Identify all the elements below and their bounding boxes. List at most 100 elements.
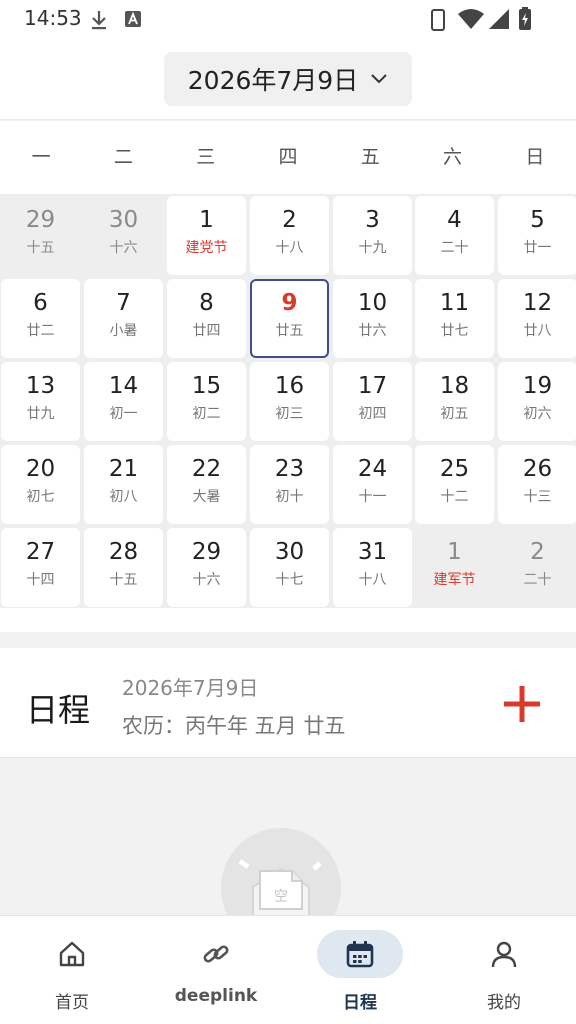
day-number: 14 [108, 373, 139, 399]
add-schedule-button[interactable] [500, 682, 544, 726]
calendar-day[interactable]: 13 廿九 [1, 362, 80, 441]
lunar-day-label: 初六 [523, 406, 552, 422]
day-number: 1 [199, 207, 214, 233]
lunar-day-label: 十五 [26, 240, 55, 256]
home-icon [59, 941, 85, 967]
chevron-down-icon [371, 74, 387, 84]
nav-item-schedule[interactable]: 日程 [288, 916, 432, 1024]
calendar-grid: 29 十五 30 十六 1 建党节 2 十八 3 十九 4 二十 5 廿一 6 廿二 7 小暑 8 廿四 9 廿五 10 廿六… [0, 194, 576, 608]
calendar-day[interactable]: 27 十四 [1, 528, 80, 607]
calendar-day[interactable]: 16 初三 [250, 362, 329, 441]
weekday-label: 六 [443, 146, 463, 168]
day-number: 8 [199, 290, 214, 316]
calendar-day[interactable]: 2 十八 [250, 196, 329, 275]
calendar-day[interactable]: 1 建军节 [415, 528, 494, 607]
weekday-label: 日 [525, 146, 545, 168]
calendar-day[interactable]: 2 二十 [498, 528, 576, 607]
day-number: 31 [357, 539, 388, 565]
battery-icon [519, 7, 531, 30]
calendar-day[interactable]: 5 廿一 [498, 196, 576, 275]
calendar-day[interactable]: 6 廿二 [1, 279, 80, 358]
calendar-day[interactable]: 29 十六 [167, 528, 246, 607]
day-number: 30 [274, 539, 305, 565]
calendar-day[interactable]: 26 十三 [498, 445, 576, 524]
bottom-nav: 首页 deeplink 日程 我的 [0, 915, 576, 1024]
day-number: 23 [274, 456, 305, 482]
day-number: 19 [522, 373, 553, 399]
day-number: 1 [447, 539, 462, 565]
calendar-day[interactable]: 18 初五 [415, 362, 494, 441]
lunar-day-label: 廿九 [26, 406, 55, 422]
lunar-day-label: 十八 [275, 240, 304, 256]
lunar-day-label: 二十 [523, 572, 552, 588]
lunar-day-label: 十五 [109, 572, 138, 588]
day-number: 27 [25, 539, 56, 565]
lunar-day-label: 小暑 [109, 323, 138, 339]
lunar-day-label: 初七 [26, 489, 55, 505]
lunar-day-label: 十九 [358, 240, 387, 256]
nav-item-me[interactable]: 我的 [432, 916, 576, 1024]
link-icon [203, 945, 229, 963]
weekday-label: 四 [278, 146, 298, 168]
lunar-day-label: 初八 [109, 489, 138, 505]
calendar-day[interactable]: 20 初七 [1, 445, 80, 524]
calendar-day[interactable]: 23 初十 [250, 445, 329, 524]
lunar-day-label: 廿八 [523, 323, 552, 339]
date-picker-button[interactable]: 2026年7月9日 [164, 52, 412, 106]
lunar-day-label: 初一 [109, 406, 138, 422]
day-number: 3 [365, 207, 380, 233]
calendar-day[interactable]: 29 十五 [1, 196, 80, 275]
nav-item-home[interactable]: 首页 [0, 916, 144, 1024]
calendar-day[interactable]: 22 大暑 [167, 445, 246, 524]
day-number: 7 [116, 290, 131, 316]
calendar-day[interactable]: 14 初一 [84, 362, 163, 441]
nav-label-schedule: 日程 [343, 993, 377, 1013]
calendar-day[interactable]: 7 小暑 [84, 279, 163, 358]
calendar-day[interactable]: 10 廿六 [333, 279, 412, 358]
download-icon [92, 11, 106, 30]
lunar-day-label: 廿二 [26, 323, 55, 339]
day-number: 4 [447, 207, 462, 233]
nav-label-home: 首页 [55, 993, 89, 1013]
lunar-day-label: 初四 [358, 406, 387, 422]
lunar-day-label: 十四 [26, 572, 55, 588]
lunar-day-label: 廿四 [192, 323, 221, 339]
calendar-day[interactable]: 11 廿七 [415, 279, 494, 358]
calendar-day[interactable]: 1 建党节 [167, 196, 246, 275]
schedule-title: 日程 [26, 691, 91, 729]
day-number: 16 [274, 373, 305, 399]
day-number: 24 [357, 456, 388, 482]
calendar-day[interactable]: 21 初八 [84, 445, 163, 524]
lunar-day-label: 十八 [358, 572, 387, 588]
day-number: 29 [25, 207, 56, 233]
calendar-day[interactable]: 17 初四 [333, 362, 412, 441]
lunar-day-label: 十六 [109, 240, 138, 256]
calendar-day[interactable]: 19 初六 [498, 362, 576, 441]
calendar-day[interactable]: 3 十九 [333, 196, 412, 275]
day-number: 12 [522, 290, 553, 316]
calendar-day[interactable]: 28 十五 [84, 528, 163, 607]
weekday-label: 二 [113, 146, 133, 168]
calendar-day[interactable]: 12 廿八 [498, 279, 576, 358]
calendar-day[interactable]: 31 十八 [333, 528, 412, 607]
empty-state: 空 [0, 759, 576, 915]
calendar-day[interactable]: 4 二十 [415, 196, 494, 275]
day-number: 2 [530, 539, 545, 565]
calendar-day[interactable]: 30 十七 [250, 528, 329, 607]
nav-item-deeplink[interactable]: deeplink [144, 916, 288, 1024]
calendar-day[interactable]: 8 廿四 [167, 279, 246, 358]
day-number: 9 [281, 290, 298, 316]
calendar-day[interactable]: 24 十一 [333, 445, 412, 524]
calendar-day-selected[interactable]: 9 廿五 [250, 279, 329, 358]
day-number: 20 [25, 456, 56, 482]
schedule-lunar-date: 农历：丙午年 五月 廿五 [122, 714, 346, 738]
lunar-day-label: 初十 [275, 489, 304, 505]
calendar-day[interactable]: 25 十二 [415, 445, 494, 524]
holiday-label: 建党节 [185, 240, 228, 256]
lunar-day-label: 廿一 [523, 240, 552, 256]
calendar-day[interactable]: 30 十六 [84, 196, 163, 275]
day-number: 30 [108, 207, 139, 233]
calendar-day[interactable]: 15 初二 [167, 362, 246, 441]
day-number: 21 [108, 456, 139, 482]
day-number: 11 [439, 290, 470, 316]
